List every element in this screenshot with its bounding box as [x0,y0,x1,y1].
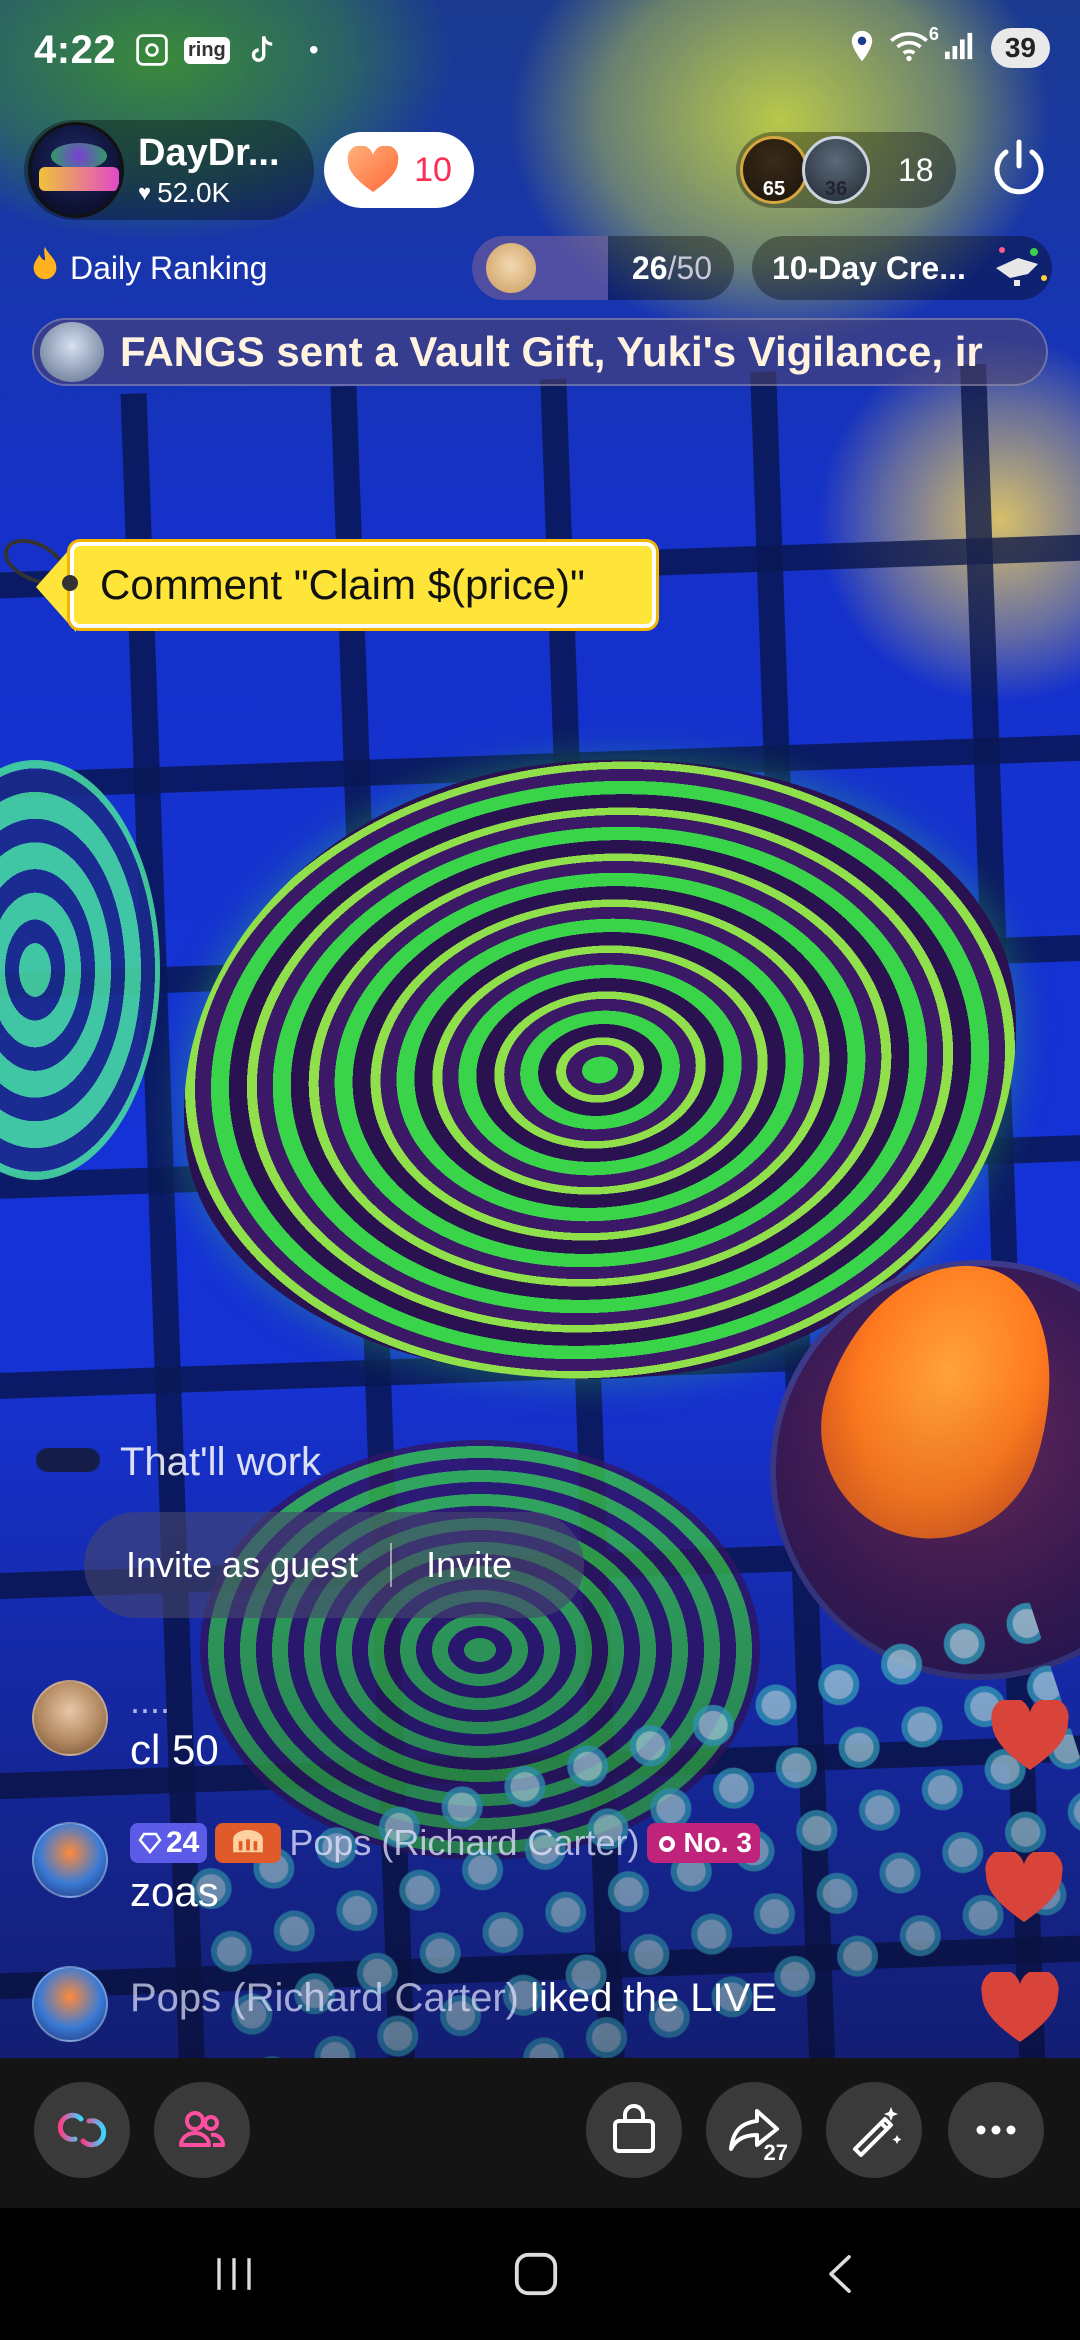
challenge-button[interactable]: 10-Day Cre... [752,236,1052,300]
invite-bar: Invite as guest Invite [84,1512,584,1618]
screenshot-icon [132,30,172,70]
host-profile-pill[interactable]: DayDr... ♥ 52.0K [24,120,314,220]
fan-club-icon [233,1830,264,1853]
host-like-count: 52.0K [157,176,231,208]
more-button[interactable] [948,2082,1044,2178]
power-icon[interactable] [986,136,1052,202]
host-avatar[interactable] [28,122,124,218]
shop-button[interactable] [586,2082,682,2178]
status-time: 4:22 [34,28,117,72]
home-button[interactable] [496,2242,576,2306]
live-toolbar: 27 [0,2058,1080,2208]
wifi-generation: 6 [928,23,939,44]
wifi-icon: 6 [889,24,939,67]
signal-icon [943,31,977,66]
challenge-art-icon [996,247,1047,286]
guests-button[interactable] [154,2082,250,2178]
multi-guest-button[interactable] [34,2082,130,2178]
like-event[interactable]: Pops (Richard Carter) liked the LIVE [32,1966,777,2042]
back-icon [829,2255,851,2293]
rank-badge: No. 3 [647,1823,760,1863]
viewer-count: 18 [898,151,934,188]
goal-current: 26 [631,249,668,286]
invite-button[interactable]: Invite [392,1544,512,1586]
status-bar: 4:22 ring • 6 39 [0,0,1080,100]
alarm-icon [659,1836,676,1852]
link-icon [57,2112,107,2148]
challenge-label: 10-Day Cre... [772,249,966,286]
share-count: 27 [763,2140,788,2165]
chat-avatar-faded [36,1448,100,1472]
faded-chat-message: That'll work [120,1440,322,1484]
follow-heart-button[interactable]: 10 [324,132,474,208]
chat-message[interactable]: 24 Pops (Richard Carter) No. 3 zoas [32,1822,760,1916]
status-right-icons: 6 39 [849,24,1050,68]
viewer-badge: 36 [824,178,848,200]
fire-icon [30,245,60,292]
heart-icon: ♥ [138,179,152,205]
tiktok-icon [242,30,282,70]
avatar[interactable] [32,1680,108,1756]
goal-progress[interactable]: 26/50 [472,236,734,300]
shopping-bag-icon [613,2104,655,2153]
people-icon [179,2111,225,2147]
home-icon [514,2252,558,2296]
viewer-badge: 65 [762,178,786,200]
effects-button[interactable] [826,2082,922,2178]
gifter-avatar [40,322,104,382]
floating-heart-icon [985,1852,1063,1922]
battery-indicator: 39 [990,28,1050,68]
viewer-avatar[interactable]: 65 [740,136,808,204]
location-icon [849,29,875,68]
claim-tag-text: Comment "Claim $(price)" [100,561,585,608]
gift-announcement-banner[interactable]: FANGS sent a Vault Gift, Yuki's Vigilanc… [32,318,1048,386]
like-event-username: Pops (Richard Carter) [130,1976,520,2020]
ring-icon: ring [184,36,230,64]
fan-club-badge [215,1823,282,1863]
back-button[interactable] [800,2242,880,2306]
viewer-avatar[interactable]: 36 [802,136,870,204]
daily-ranking-button[interactable]: Daily Ranking [30,240,267,296]
follow-count: 10 [414,150,452,189]
rank-number: No. 3 [683,1827,752,1858]
host-name: DayDr... [138,131,280,174]
cat-gift-icon [486,243,536,293]
chat-text: cl 50 [130,1726,219,1773]
goal-total: /50 [667,249,712,286]
chat-username: .... [130,1680,171,1721]
system-nav-bar [0,2208,1080,2340]
status-left-icons: ring • [132,30,334,70]
chat-message[interactable]: .... cl 50 [32,1680,219,1774]
invite-as-guest-button[interactable]: Invite as guest [84,1544,390,1586]
recents-icon [217,2258,251,2290]
heart-icon [347,146,399,192]
recent-apps-button[interactable] [194,2242,274,2306]
avatar[interactable] [32,1822,108,1898]
chat-text: zoas [130,1868,219,1915]
more-icon [976,2125,1016,2135]
like-event-text: liked the LIVE [530,1976,777,2020]
level-number: 24 [166,1826,200,1859]
floating-heart-icon [991,1700,1069,1770]
floating-heart-icon [981,1972,1059,2042]
claim-price-tag[interactable]: Comment "Claim $(price)" [0,530,670,640]
magic-wand-icon [853,2107,902,2157]
dot-icon: • [308,34,319,65]
avatar[interactable] [32,1966,108,2042]
top-viewers[interactable]: 65 36 18 [736,132,956,208]
diamond-icon [138,1832,162,1854]
level-badge: 24 [130,1823,208,1863]
chat-username: Pops (Richard Carter) [289,1822,640,1863]
share-button[interactable]: 27 [706,2082,802,2178]
gift-announcement-text: FANGS sent a Vault Gift, Yuki's Vigilanc… [120,328,983,375]
daily-ranking-label: Daily Ranking [70,249,268,286]
